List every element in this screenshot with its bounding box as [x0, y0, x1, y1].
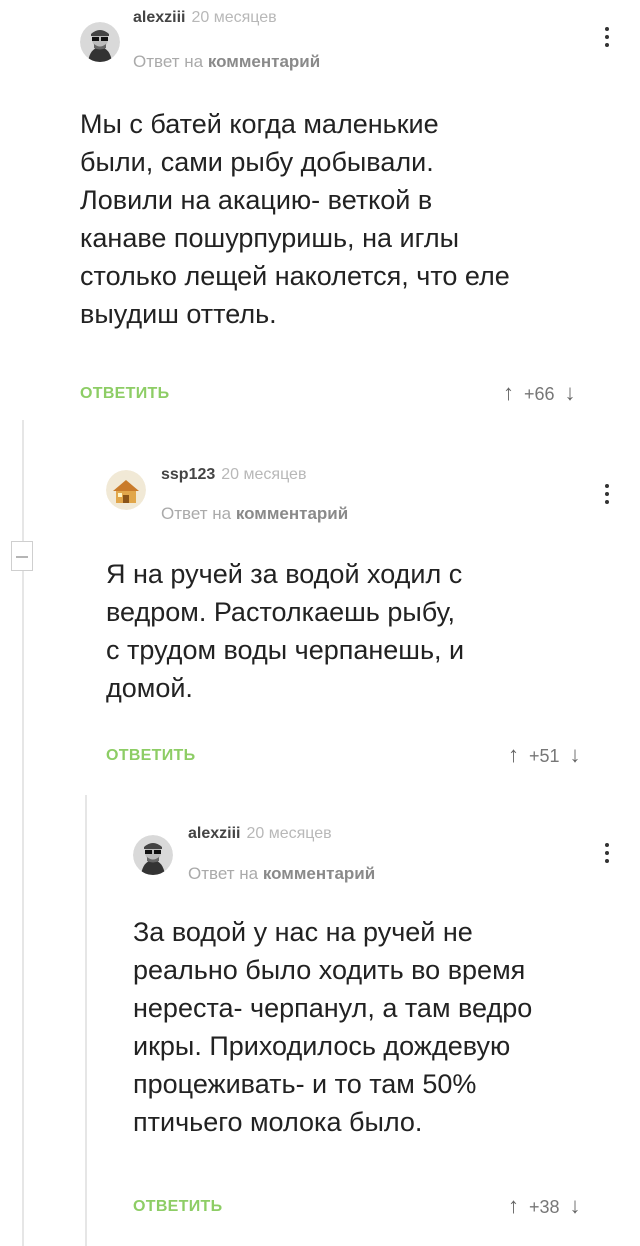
arrow-up-icon[interactable]: ↑	[508, 742, 519, 767]
reply-button[interactable]: ОТВЕТИТЬ	[133, 1198, 222, 1216]
more-vertical-icon[interactable]	[604, 843, 610, 867]
comment-3: alexziii 20 месяцев Ответ на комментарий …	[0, 795, 640, 1246]
comment-author[interactable]: ssp123 20 месяцев	[161, 466, 306, 484]
arrow-up-icon[interactable]: ↑	[508, 1193, 519, 1218]
reply-to-label: Ответ на комментарий	[133, 52, 321, 71]
glasses-avatar-icon[interactable]	[80, 22, 120, 62]
arrow-down-icon[interactable]: ↓	[565, 380, 576, 405]
rating-count: +38	[529, 1197, 560, 1217]
glasses-avatar-icon[interactable]	[133, 835, 173, 875]
reply-button[interactable]: ОТВЕТИТЬ	[80, 385, 169, 403]
rating-controls: ↑ +66 ↓	[503, 380, 576, 406]
arrow-down-icon[interactable]: ↓	[570, 742, 581, 767]
more-vertical-icon[interactable]	[604, 484, 610, 508]
arrow-up-icon[interactable]: ↑	[503, 380, 514, 405]
more-vertical-icon[interactable]	[604, 27, 610, 51]
comment-time: 20 месяцев	[221, 466, 307, 483]
parent-comment-link[interactable]: комментарий	[208, 52, 320, 71]
comment-author[interactable]: alexziii 20 месяцев	[133, 9, 277, 27]
comment-text: Мы с батей когда маленькие были, сами ры…	[80, 109, 510, 329]
reply-to-label: Ответ на комментарий	[188, 864, 376, 883]
comment-author[interactable]: alexziii 20 месяцев	[188, 825, 332, 843]
parent-comment-link[interactable]: комментарий	[263, 864, 375, 883]
rating-count: +66	[524, 384, 555, 404]
reply-button[interactable]: ОТВЕТИТЬ	[106, 747, 195, 765]
rating-count: +51	[529, 746, 560, 766]
comment-1: alexziii 20 месяцев Ответ на комментарий …	[0, 0, 640, 420]
comment-2: ssp123 20 месяцев Ответ на комментарий Я …	[0, 420, 640, 795]
comment-text: За водой у нас на ручей не реально было …	[133, 917, 533, 1137]
reply-to-label: Ответ на комментарий	[161, 504, 349, 523]
house-avatar-icon[interactable]	[106, 470, 146, 510]
comment-time: 20 месяцев	[191, 9, 277, 26]
arrow-down-icon[interactable]: ↓	[570, 1193, 581, 1218]
parent-comment-link[interactable]: комментарий	[236, 504, 348, 523]
comment-time: 20 месяцев	[246, 825, 332, 842]
comment-text: Я на ручей за водой ходил с ведром. Раст…	[106, 559, 465, 703]
rating-controls: ↑ +51 ↓	[508, 742, 581, 768]
rating-controls: ↑ +38 ↓	[508, 1193, 581, 1219]
